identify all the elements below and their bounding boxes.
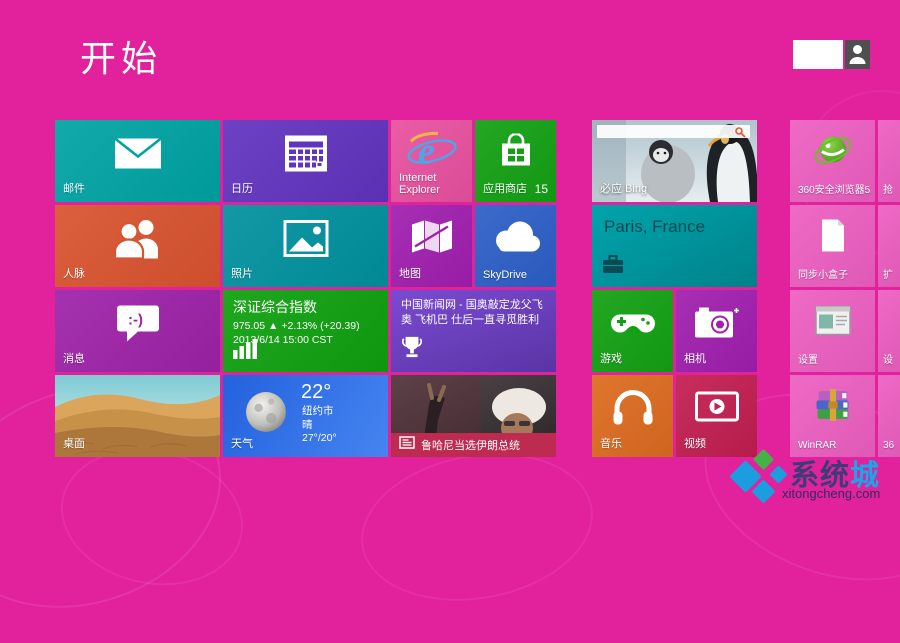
tile-music[interactable]: 音乐 xyxy=(592,375,673,457)
trophy-icon xyxy=(401,335,423,364)
news-headline-bar: 鲁哈尼当选伊朗总统 xyxy=(391,433,556,457)
watermark: 系统城 xitongcheng.com xyxy=(732,450,898,506)
xitongcheng-logo xyxy=(732,452,788,506)
tile-label: Explorer xyxy=(399,184,440,196)
folded-map-icon xyxy=(410,220,454,259)
newspaper-icon xyxy=(399,436,415,454)
tile-label: 消息 xyxy=(63,350,85,366)
tile-mail[interactable]: 邮件 xyxy=(55,120,220,202)
tile-internet-explorer[interactable]: e Internet Explorer xyxy=(391,120,472,202)
video-player-icon xyxy=(695,392,739,427)
tile-label: 设置 xyxy=(798,351,818,366)
watermark-site-url: xitongcheng.com xyxy=(782,486,880,501)
calendar-icon xyxy=(285,136,327,177)
stock-index-name: 深证综合指数 xyxy=(233,297,380,317)
tile-label: SkyDrive xyxy=(483,269,527,281)
tile-label: 照片 xyxy=(231,265,253,281)
tile-label: 游戏 xyxy=(600,350,622,366)
tile-partial-1[interactable]: 抢 xyxy=(878,120,900,202)
emoticon-text: :-) xyxy=(128,312,143,329)
winrar-books-icon xyxy=(815,389,851,427)
tile-bing[interactable]: 必应 Bing xyxy=(592,120,757,202)
tile-partial-3[interactable]: 设 xyxy=(878,290,900,372)
tile-sync-box[interactable]: 同步小盒子 xyxy=(790,205,875,287)
tile-skydrive[interactable]: SkyDrive xyxy=(475,205,556,287)
cloud-icon xyxy=(491,221,541,258)
current-temperature: 22° xyxy=(301,381,331,404)
tile-games[interactable]: 游戏 xyxy=(592,290,673,372)
tile-desktop[interactable]: 桌面 xyxy=(55,375,220,457)
tile-weather[interactable]: 22° 纽约市 晴 27°/20° 天气 xyxy=(223,375,388,457)
tile-camera[interactable]: 相机 xyxy=(676,290,757,372)
tile-label: 人脉 xyxy=(63,265,85,281)
weather-high-low: 27°/20° xyxy=(302,432,337,446)
people-icon xyxy=(111,219,165,264)
tile-label: Internet xyxy=(399,172,436,184)
weather-city: 纽约市 xyxy=(302,405,337,419)
background-swirl xyxy=(48,432,256,601)
moon-icon xyxy=(245,391,287,438)
tile-label: 邮件 xyxy=(63,180,85,196)
tile-label: 天气 xyxy=(231,435,253,451)
tile-messaging[interactable]: :-) 消息 xyxy=(55,290,220,372)
tile-label: 视频 xyxy=(684,435,706,451)
tile-label: 同步小盒子 xyxy=(798,266,848,281)
tile-maps[interactable]: 地图 xyxy=(391,205,472,287)
tile-label: 应用商店 xyxy=(483,180,527,196)
tile-people[interactable]: 人脉 xyxy=(55,205,220,287)
start-screen-title: 开始 xyxy=(80,30,162,82)
tile-store[interactable]: 应用商店 15 xyxy=(475,120,556,202)
stock-value: 975.05 xyxy=(233,320,265,332)
tile-label: 音乐 xyxy=(600,435,622,451)
tile-label: 360安全浏览器5 xyxy=(798,181,870,196)
tile-label: 必应 Bing xyxy=(600,180,647,196)
stock-change: ▲ +2.13% (+20.39) xyxy=(268,320,360,332)
background-swirl xyxy=(349,436,604,618)
tile-photos[interactable]: 照片 xyxy=(223,205,388,287)
headphones-icon xyxy=(612,388,654,431)
travel-destination: Paris, France xyxy=(604,217,705,237)
tile-label: 地图 xyxy=(399,265,421,281)
tile-label: 设 xyxy=(883,351,893,366)
system-window-icon xyxy=(815,305,851,340)
camera-icon xyxy=(695,306,739,343)
tile-news[interactable]: 鲁哈尼当选伊朗总统 xyxy=(391,375,556,457)
tile-partial-4[interactable]: 36 xyxy=(878,375,900,457)
user-name-box[interactable] xyxy=(793,40,843,69)
tile-video[interactable]: 视频 xyxy=(676,375,757,457)
shopping-bag-icon xyxy=(498,133,534,172)
tile-calendar[interactable]: 日历 xyxy=(223,120,388,202)
tile-settings-app[interactable]: 设置 xyxy=(790,290,875,372)
tile-finance[interactable]: 深证综合指数 975.05 ▲ +2.13% (+20.39) 2013/6/1… xyxy=(223,290,388,372)
chat-bubble-icon: :-) xyxy=(115,304,161,349)
tile-winrar[interactable]: WinRAR xyxy=(790,375,875,457)
store-update-badge: 15 xyxy=(535,182,548,196)
internet-explorer-icon: e xyxy=(405,129,459,176)
tile-partial-2[interactable]: 扩 xyxy=(878,205,900,287)
photo-frame-icon xyxy=(283,220,329,263)
game-controller-icon xyxy=(610,307,656,342)
tile-360-browser[interactable]: 360安全浏览器5 xyxy=(790,120,875,202)
tile-travel[interactable]: Paris, France xyxy=(592,205,757,287)
envelope-icon xyxy=(115,138,161,175)
bar-chart-icon xyxy=(233,339,257,364)
weather-condition: 晴 xyxy=(302,419,337,433)
sports-headline: 中国新闻网 - 国奥敲定龙父飞奥 飞机巴 仕后一直寻觅胜利 xyxy=(401,298,548,328)
tile-label: 桌面 xyxy=(63,435,85,451)
tile-label: 日历 xyxy=(231,180,253,196)
tile-sports[interactable]: 中国新闻网 - 国奥敲定龙父飞奥 飞机巴 仕后一直寻觅胜利 xyxy=(391,290,556,372)
document-icon xyxy=(820,219,846,256)
suitcase-icon xyxy=(602,255,624,279)
tile-label: 相机 xyxy=(684,350,706,366)
tile-label: 扩 xyxy=(883,266,893,281)
user-avatar[interactable] xyxy=(845,40,870,69)
person-icon xyxy=(849,44,866,69)
360-browser-icon xyxy=(812,129,854,176)
news-headline: 鲁哈尼当选伊朗总统 xyxy=(421,437,520,453)
tile-label: 抢 xyxy=(883,181,893,196)
